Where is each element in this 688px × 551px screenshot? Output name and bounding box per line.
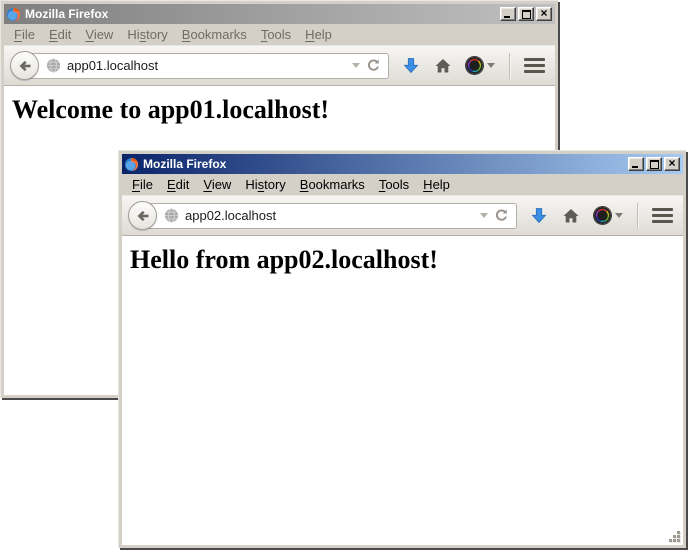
navigation-toolbar-app01: app01.localhost [4, 45, 555, 86]
menu-hamburger-icon[interactable] [524, 58, 545, 73]
site-identity-globe-icon[interactable] [46, 58, 61, 73]
menu-tools[interactable]: Tools [254, 25, 298, 44]
extension-lens-button[interactable] [594, 207, 623, 224]
lens-icon [594, 207, 611, 224]
toolbar-separator [637, 203, 638, 229]
url-bar[interactable]: app02.localhost [142, 203, 517, 229]
menu-file[interactable]: File [7, 25, 42, 44]
firefox-logo-icon [124, 157, 139, 172]
navigation-toolbar-app02: app02.localhost [122, 195, 683, 236]
reload-icon[interactable] [494, 208, 509, 223]
menu-edit[interactable]: Edit [160, 175, 196, 194]
menu-history[interactable]: History [238, 175, 292, 194]
menu-help[interactable]: Help [416, 175, 457, 194]
window-title: Mozilla Firefox [143, 154, 624, 174]
home-icon[interactable] [562, 207, 580, 225]
maximize-button[interactable] [518, 7, 534, 21]
titlebar-app01[interactable]: Mozilla Firefox [4, 4, 555, 24]
firefox-logo-icon [6, 7, 21, 22]
minimize-button[interactable] [628, 157, 644, 171]
close-button[interactable] [664, 157, 680, 171]
page-content-app02: Hello from app02.localhost! [122, 236, 683, 545]
lens-dropdown-icon[interactable] [615, 213, 623, 222]
url-text[interactable]: app01.localhost [67, 58, 346, 73]
close-button[interactable] [536, 7, 552, 21]
menu-edit[interactable]: Edit [42, 25, 78, 44]
download-icon[interactable] [402, 57, 420, 75]
menu-bookmarks[interactable]: Bookmarks [293, 175, 372, 194]
reload-icon[interactable] [366, 58, 381, 73]
menu-view[interactable]: View [78, 25, 120, 44]
lens-icon [466, 57, 483, 74]
toolbar-separator [509, 53, 510, 79]
menu-bar-app01: FileEditViewHistoryBookmarksToolsHelp [4, 24, 555, 45]
url-text[interactable]: app02.localhost [185, 208, 474, 223]
extension-lens-button[interactable] [466, 57, 495, 74]
page-heading: Welcome to app01.localhost! [12, 95, 555, 125]
back-arrow-icon [135, 208, 151, 224]
minimize-button[interactable] [500, 7, 516, 21]
menu-bar-app02: FileEditViewHistoryBookmarksToolsHelp [122, 174, 683, 195]
lens-dropdown-icon[interactable] [487, 63, 495, 72]
home-icon[interactable] [434, 57, 452, 75]
back-button[interactable] [10, 51, 39, 80]
menu-view[interactable]: View [196, 175, 238, 194]
urlbar-dropdown-icon[interactable] [352, 63, 360, 72]
urlbar-dropdown-icon[interactable] [480, 213, 488, 222]
back-button[interactable] [128, 201, 157, 230]
download-icon[interactable] [530, 207, 548, 225]
titlebar-app02[interactable]: Mozilla Firefox [122, 154, 683, 174]
window-title: Mozilla Firefox [25, 4, 496, 24]
menu-tools[interactable]: Tools [372, 175, 416, 194]
resize-grip[interactable] [666, 528, 682, 544]
maximize-button[interactable] [646, 157, 662, 171]
url-bar[interactable]: app01.localhost [24, 53, 389, 79]
site-identity-globe-icon[interactable] [164, 208, 179, 223]
firefox-window-app02: Mozilla Firefox FileEditViewHistoryBookm… [118, 150, 686, 548]
menu-hamburger-icon[interactable] [652, 208, 673, 223]
menu-bookmarks[interactable]: Bookmarks [175, 25, 254, 44]
menu-file[interactable]: File [125, 175, 160, 194]
back-arrow-icon [17, 58, 33, 74]
page-heading: Hello from app02.localhost! [130, 245, 683, 275]
menu-history[interactable]: History [120, 25, 174, 44]
menu-help[interactable]: Help [298, 25, 339, 44]
desktop: Mozilla Firefox FileEditViewHistoryBookm… [0, 0, 688, 551]
